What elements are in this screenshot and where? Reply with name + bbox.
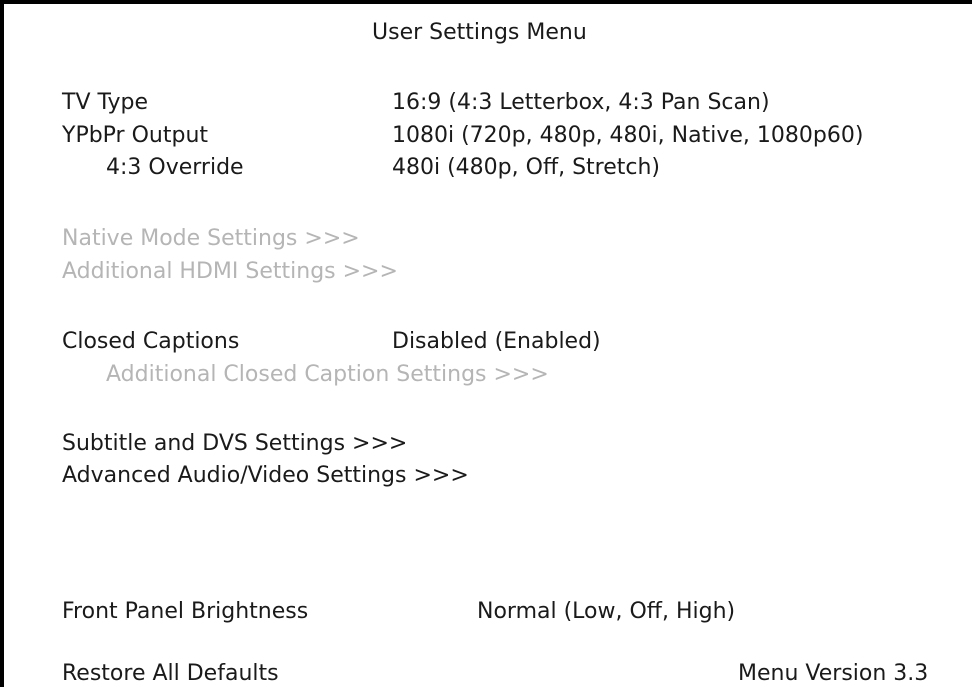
front-panel-brightness-label[interactable]: Front Panel Brightness (62, 599, 308, 625)
restore-all-defaults-button[interactable]: Restore All Defaults (62, 661, 279, 687)
tv-type-value[interactable]: 16:9 (4:3 Letterbox, 4:3 Pan Scan) (392, 90, 770, 116)
tv-type-label[interactable]: TV Type (62, 90, 148, 116)
menu-frame: User Settings Menu TV Type 16:9 (4:3 Let… (0, 0, 972, 687)
front-panel-brightness-value[interactable]: Normal (Low, Off, High) (477, 599, 735, 625)
override-43-value[interactable]: 480i (480p, Off, Stretch) (392, 155, 660, 181)
closed-captions-label[interactable]: Closed Captions (62, 329, 239, 355)
subtitle-dvs-settings-link[interactable]: Subtitle and DVS Settings >>> (62, 431, 407, 457)
menu-title: User Settings Menu (372, 20, 587, 45)
additional-closed-caption-settings-link[interactable]: Additional Closed Caption Settings >>> (106, 362, 549, 388)
ypbpr-output-label[interactable]: YPbPr Output (62, 123, 208, 149)
ypbpr-output-value[interactable]: 1080i (720p, 480p, 480i, Native, 1080p60… (392, 123, 863, 149)
native-mode-settings-link[interactable]: Native Mode Settings >>> (62, 226, 360, 252)
additional-hdmi-settings-link[interactable]: Additional HDMI Settings >>> (62, 259, 398, 285)
advanced-audio-video-settings-link[interactable]: Advanced Audio/Video Settings >>> (62, 463, 469, 489)
closed-captions-value[interactable]: Disabled (Enabled) (392, 329, 601, 355)
menu-version: Menu Version 3.3 (738, 661, 929, 686)
override-43-label[interactable]: 4:3 Override (106, 155, 244, 181)
